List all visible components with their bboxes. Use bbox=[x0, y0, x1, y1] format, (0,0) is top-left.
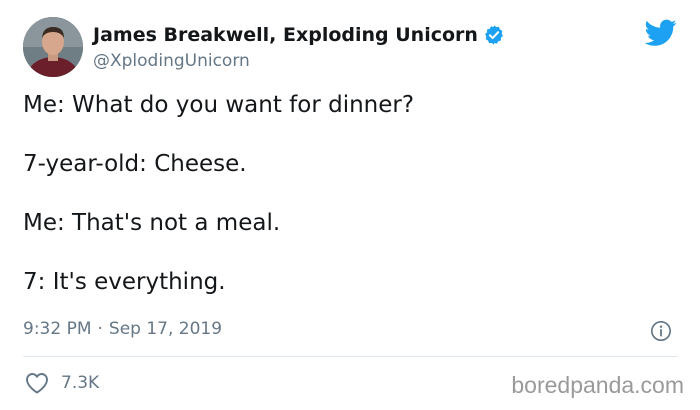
tweet-line: Me: What do you want for dinner? bbox=[23, 92, 415, 118]
twitter-bird-icon[interactable] bbox=[645, 19, 677, 47]
tweet-date[interactable]: Sep 17, 2019 bbox=[109, 319, 222, 339]
info-icon[interactable] bbox=[650, 320, 672, 342]
author-name[interactable]: James Breakwell, Exploding Unicorn bbox=[93, 24, 478, 46]
divider bbox=[23, 356, 678, 357]
tweet-line: Me: That's not a meal. bbox=[23, 210, 281, 236]
avatar-image bbox=[23, 17, 83, 77]
tweet-timestamp[interactable]: 9:32 PM · Sep 17, 2019 bbox=[23, 319, 222, 339]
tweet-text: Me: What do you want for dinner? 7-year-… bbox=[23, 90, 673, 326]
avatar[interactable] bbox=[23, 17, 83, 77]
author-handle[interactable]: @XplodingUnicorn bbox=[93, 51, 250, 71]
watermark: boredpanda.com bbox=[511, 372, 684, 398]
like-count: 7.3K bbox=[61, 373, 100, 393]
verified-badge-icon bbox=[485, 25, 503, 45]
tweet-line: 7: It's everything. bbox=[23, 269, 226, 295]
heart-icon[interactable] bbox=[25, 372, 49, 394]
tweet-time[interactable]: 9:32 PM bbox=[23, 319, 92, 339]
like-button[interactable]: 7.3K bbox=[25, 372, 99, 394]
tweet-line: 7-year-old: Cheese. bbox=[23, 151, 247, 177]
author-name-row: James Breakwell, Exploding Unicorn bbox=[93, 24, 505, 46]
timestamp-separator: · bbox=[97, 319, 103, 339]
